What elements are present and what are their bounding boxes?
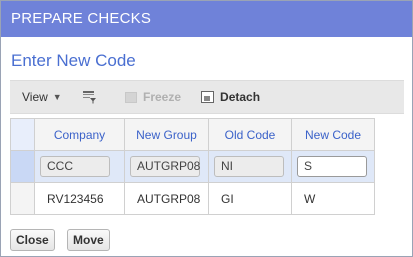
old-code-field[interactable]: NI (214, 156, 284, 177)
section-title: Enter New Code (11, 51, 136, 70)
new-group-field[interactable]: AUTGRP08 (130, 156, 200, 177)
table-row[interactable]: CCC AUTGRP08 NI S (10, 150, 375, 183)
window-title: PREPARE CHECKS (1, 1, 412, 37)
prepare-checks-window: PREPARE CHECKS Enter New Code View ▼ Fre… (0, 0, 413, 257)
detach-icon (201, 91, 215, 103)
column-header-new-group[interactable]: New Group (124, 118, 209, 151)
chevron-down-icon: ▼ (52, 92, 62, 102)
freeze-button[interactable]: Freeze (125, 81, 181, 113)
freeze-label: Freeze (143, 90, 182, 104)
filter-icon[interactable] (79, 81, 101, 113)
column-header-old-code[interactable]: Old Code (208, 118, 292, 151)
company-cell: RV123456 (34, 182, 125, 215)
new-code-grid: Company New Group Old Code New Code CCC … (10, 118, 375, 215)
grid-corner (10, 118, 35, 151)
view-menu-button[interactable]: View ▼ (10, 81, 70, 113)
column-header-company[interactable]: Company (34, 118, 125, 151)
detach-button[interactable]: Detach (201, 81, 260, 113)
old-code-cell: GI (208, 182, 292, 215)
move-button[interactable]: Move (67, 229, 110, 251)
new-group-cell: AUTGRP08 (124, 182, 209, 215)
freeze-icon (125, 91, 137, 103)
row-selector[interactable] (10, 150, 35, 183)
grid-toolbar: View ▼ Freeze Detach (10, 80, 404, 114)
detach-label: Detach (220, 90, 261, 104)
row-selector[interactable] (10, 182, 35, 215)
company-field[interactable]: CCC (40, 156, 110, 177)
new-code-cell: W (291, 182, 375, 215)
column-header-new-code[interactable]: New Code (291, 118, 375, 151)
new-code-input[interactable]: S (297, 156, 367, 177)
close-button[interactable]: Close (10, 229, 55, 251)
view-label: View (22, 90, 48, 104)
table-row[interactable]: RV123456 AUTGRP08 GI W (10, 182, 375, 215)
